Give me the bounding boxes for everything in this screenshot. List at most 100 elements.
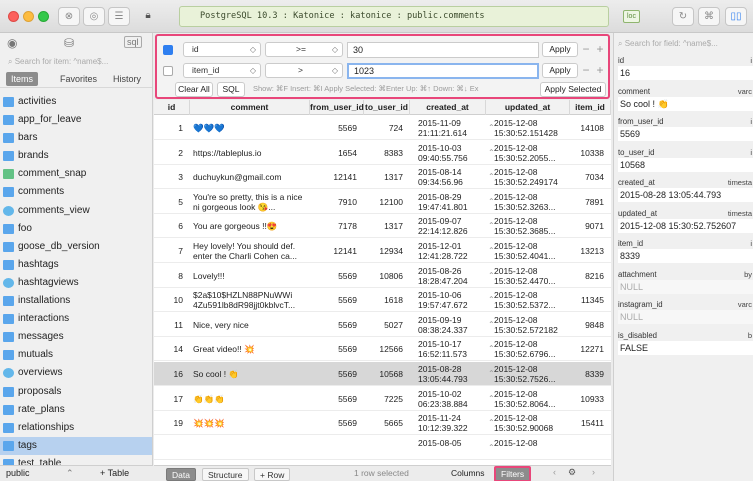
- data-tab[interactable]: Data: [166, 468, 196, 481]
- sidebar-item-comments[interactable]: comments: [0, 183, 152, 201]
- cell-created-at[interactable]: 2015-09-07 22:14:12.826: [418, 214, 482, 238]
- cell-from-user-id[interactable]: [313, 436, 361, 460]
- cell-from-user-id[interactable]: 1654: [313, 141, 361, 165]
- column-header[interactable]: comment: [190, 100, 310, 115]
- cell-to-user-id[interactable]: 5027: [367, 313, 407, 337]
- cell-from-user-id[interactable]: 7910: [313, 190, 361, 214]
- table-row[interactable]: 2015-08-05 2015-12-08 ⌃: [154, 436, 611, 460]
- cell-to-user-id[interactable]: 10568: [367, 362, 407, 386]
- cell-from-user-id[interactable]: 5569: [313, 337, 361, 361]
- sidebar-item-foo[interactable]: foo: [0, 220, 152, 238]
- cell-id[interactable]: 5: [157, 190, 187, 214]
- cell-id[interactable]: 14: [157, 337, 187, 361]
- clear-all-button[interactable]: Clear All: [175, 82, 213, 97]
- remove-filter-icon[interactable]: −: [580, 42, 592, 57]
- table-row[interactable]: 11 Nice, very nice 5569 5027 2015-09-19 08:3…: [154, 313, 611, 337]
- cell-from-user-id[interactable]: 5569: [313, 411, 361, 435]
- sidebar-item-messages[interactable]: messages: [0, 328, 152, 346]
- cell-to-user-id[interactable]: 10806: [367, 264, 407, 288]
- field-value-input[interactable]: 8339: [618, 249, 753, 263]
- table-row[interactable]: 16 So cool ! 👏 5569 10568 2015-08-28 13:05:4…: [154, 362, 611, 386]
- cell-to-user-id[interactable]: 1317: [367, 165, 407, 189]
- close-window-button[interactable]: [8, 11, 19, 22]
- date-stepper-icon[interactable]: ⌃: [488, 123, 495, 132]
- field-value-input[interactable]: 5569: [618, 127, 753, 141]
- sidebar-item-app-for-leave[interactable]: app_for_leave: [0, 111, 152, 129]
- cell-updated-at[interactable]: 2015-12-08: [494, 436, 566, 460]
- add-row-button[interactable]: + Row: [254, 468, 291, 481]
- cell-to-user-id[interactable]: 5665: [367, 411, 407, 435]
- filter-enabled-checkbox[interactable]: [163, 66, 173, 76]
- cell-item-id[interactable]: 9848: [573, 313, 608, 337]
- table-row[interactable]: 14 Great video!! 💥 5569 12566 2015-10-17 16:…: [154, 337, 611, 362]
- cell-created-at[interactable]: 2015-12-01 12:41:28.722: [418, 239, 482, 263]
- cell-item-id[interactable]: 11345: [573, 288, 608, 312]
- cell-created-at[interactable]: 2015-10-06 19:57:47.672: [418, 288, 482, 312]
- cell-from-user-id[interactable]: 12141: [313, 239, 361, 263]
- add-table-button[interactable]: + Table: [100, 466, 129, 481]
- column-header[interactable]: item_id: [570, 100, 611, 115]
- cell-id[interactable]: 2: [157, 141, 187, 165]
- cell-created-at[interactable]: 2015-08-29 19:47:41.801: [418, 190, 482, 214]
- cell-from-user-id[interactable]: 5569: [313, 362, 361, 386]
- cell-created-at[interactable]: 2015-08-05: [418, 436, 482, 460]
- column-header[interactable]: from_user_id: [310, 100, 364, 115]
- date-stepper-icon[interactable]: ⌃: [488, 246, 495, 255]
- cell-updated-at[interactable]: 2015-12-08 15:30:52.3263...: [494, 190, 566, 214]
- date-stepper-icon[interactable]: ⌃: [488, 197, 495, 206]
- sidebar-item-interactions[interactable]: interactions: [0, 310, 152, 328]
- close-circle-icon[interactable]: ⊗: [58, 7, 80, 26]
- cell-comment[interactable]: duchuykun@gmail.com: [193, 165, 307, 189]
- cell-from-user-id[interactable]: 5569: [313, 116, 361, 140]
- cell-id[interactable]: 1: [157, 116, 187, 140]
- field-search[interactable]: ⌕ Search for field: ^name$...: [618, 37, 753, 51]
- columns-button[interactable]: Columns: [451, 468, 485, 478]
- schema-select[interactable]: public: [6, 466, 30, 481]
- cell-id[interactable]: 7: [157, 239, 187, 263]
- cell-id[interactable]: 3: [157, 165, 187, 189]
- sidebar-item-bars[interactable]: bars: [0, 129, 152, 147]
- cell-item-id[interactable]: 15411: [573, 411, 608, 435]
- database-icon[interactable]: ⛁: [64, 36, 74, 50]
- cell-to-user-id[interactable]: 8383: [367, 141, 407, 165]
- next-page-icon[interactable]: ›: [592, 467, 595, 477]
- sidebar-item-installations[interactable]: installations: [0, 292, 152, 310]
- field-value-input[interactable]: FALSE: [618, 340, 753, 355]
- cell-from-user-id[interactable]: 5569: [313, 264, 361, 288]
- cell-updated-at[interactable]: 2015-12-08 15:30:52.2055...: [494, 141, 566, 165]
- cell-id[interactable]: 8: [157, 264, 187, 288]
- table-row[interactable]: 6 You are gorgeous !!😍 7178 1317 2015-09-07 …: [154, 214, 611, 239]
- cell-updated-at[interactable]: 2015-12-08 15:30:52.5372...: [494, 288, 566, 312]
- sidebar-item-brands[interactable]: brands: [0, 147, 152, 165]
- field-value-input[interactable]: 10568: [618, 157, 753, 172]
- cell-item-id[interactable]: 8339: [573, 362, 608, 386]
- cell-comment[interactable]: 💙💙💙: [193, 116, 307, 140]
- field-value-input[interactable]: 16: [618, 66, 753, 80]
- table-row[interactable]: 19 💥💥💥 5569 5665 2015-11-24 10:12:39.322 2015…: [154, 411, 611, 436]
- cell-updated-at[interactable]: 2015-12-08 15:30:52.4041...: [494, 239, 566, 263]
- cell-to-user-id[interactable]: 7225: [367, 387, 407, 411]
- date-stepper-icon[interactable]: ⌃: [488, 295, 495, 304]
- tab-items[interactable]: Items: [6, 72, 39, 86]
- table-row[interactable]: 3 duchuykun@gmail.com 12141 1317 2015-08-14 …: [154, 165, 611, 190]
- cell-updated-at[interactable]: 2015-12-08 15:30:52.7526...: [494, 362, 566, 386]
- lock-icon[interactable]: 🔒︎: [141, 7, 155, 26]
- cell-updated-at[interactable]: 2015-12-08 15:30:52.6796...: [494, 337, 566, 361]
- sidebar-item-hashtagviews[interactable]: hashtagviews: [0, 274, 152, 292]
- sidebar-item-comment-snap[interactable]: comment_snap: [0, 165, 152, 183]
- cell-item-id[interactable]: 8216: [573, 264, 608, 288]
- cell-comment[interactable]: https://tableplus.io: [193, 141, 307, 165]
- cell-from-user-id[interactable]: 12141: [313, 165, 361, 189]
- filter-enabled-checkbox[interactable]: [163, 45, 173, 55]
- field-value-input[interactable]: NULL: [618, 310, 753, 324]
- cell-updated-at[interactable]: 2015-12-08 15:30:52.572182: [494, 313, 566, 337]
- filter-field-select[interactable]: item_id ◇: [183, 63, 261, 78]
- cell-created-at[interactable]: 2015-10-17 16:52:11.573: [418, 337, 482, 361]
- sql-icon[interactable]: sql: [124, 36, 142, 48]
- sidebar-item-hashtags[interactable]: hashtags: [0, 256, 152, 274]
- eye-icon[interactable]: ◎: [83, 7, 105, 26]
- date-stepper-icon[interactable]: ⌃: [488, 221, 495, 230]
- cell-id[interactable]: 16: [157, 362, 187, 386]
- cell-item-id[interactable]: 14108: [573, 116, 608, 140]
- cell-comment[interactable]: 💥💥💥: [193, 411, 307, 435]
